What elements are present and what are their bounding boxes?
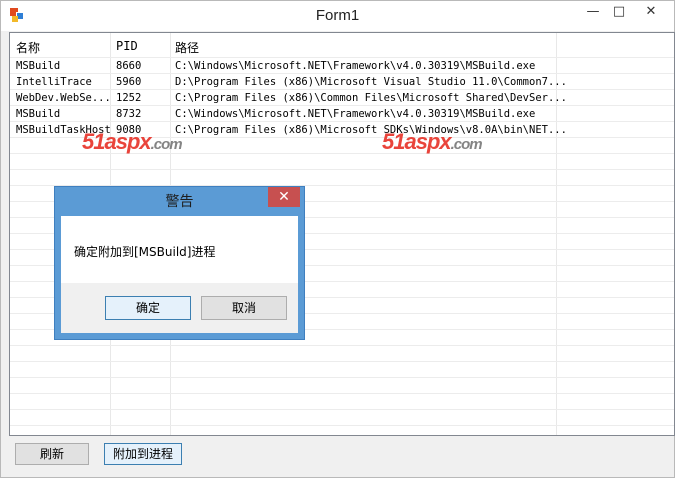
row-divider bbox=[10, 361, 674, 362]
resize-grip-icon[interactable] bbox=[661, 464, 671, 474]
header-divider bbox=[10, 57, 674, 58]
cell-pid: 8660 bbox=[116, 60, 142, 72]
watermark-brand: 51aspx bbox=[82, 129, 152, 154]
attach-process-button[interactable]: 附加到进程 bbox=[104, 443, 182, 465]
cell-path: C:\Program Files (x86)\Microsoft SDKs\Wi… bbox=[175, 124, 567, 136]
cell-pid: 8732 bbox=[116, 108, 142, 120]
maximize-button[interactable]: □ bbox=[605, 1, 633, 23]
refresh-button[interactable]: 刷新 bbox=[15, 443, 89, 465]
row-divider bbox=[10, 409, 674, 410]
cell-name: MSBuild bbox=[16, 60, 61, 72]
cell-name: MSBuild bbox=[16, 108, 61, 120]
row-divider bbox=[10, 105, 674, 106]
row-divider bbox=[10, 377, 674, 378]
row-divider bbox=[10, 169, 674, 170]
title-bar[interactable]: Form1 — □ ✕ bbox=[1, 1, 674, 31]
cell-pid: 5960 bbox=[116, 76, 142, 88]
dialog-footer: 确定 取消 bbox=[61, 283, 298, 333]
cell-name: WebDev.WebSe... bbox=[16, 92, 111, 104]
cancel-button[interactable]: 取消 bbox=[201, 296, 287, 320]
main-window: Form1 — □ ✕ 名称 PID 路径 MSBuild 8660 C:\Wi… bbox=[0, 0, 675, 478]
cell-path: C:\Windows\Microsoft.NET\Framework\v4.0.… bbox=[175, 60, 536, 72]
row-divider bbox=[10, 425, 674, 426]
cell-name: IntelliTrace bbox=[16, 76, 92, 88]
watermark-brand: 51aspx bbox=[382, 129, 452, 154]
cell-path: C:\Program Files (x86)\Common Files\Micr… bbox=[175, 92, 567, 104]
column-header-pid[interactable]: PID bbox=[116, 39, 138, 53]
ok-button[interactable]: 确定 bbox=[105, 296, 191, 320]
watermark-domain: .com bbox=[450, 136, 483, 153]
dialog-body: 确定附加到[MSBuild]进程 bbox=[61, 216, 298, 283]
row-divider bbox=[10, 89, 674, 90]
cell-pid: 1252 bbox=[116, 92, 142, 104]
row-divider bbox=[10, 393, 674, 394]
row-divider bbox=[10, 73, 674, 74]
watermark-logo: 51aspx.com bbox=[382, 129, 483, 155]
cell-path: C:\Windows\Microsoft.NET\Framework\v4.0.… bbox=[175, 108, 536, 120]
warning-dialog: 警告 ✕ 确定附加到[MSBuild]进程 确定 取消 bbox=[54, 186, 305, 340]
cell-path: D:\Program Files (x86)\Microsoft Visual … bbox=[175, 76, 567, 88]
column-header-path[interactable]: 路径 bbox=[175, 39, 199, 56]
window-title: Form1 bbox=[315, 7, 360, 24]
watermark-logo: 51aspx.com bbox=[82, 129, 183, 155]
dialog-close-button[interactable]: ✕ bbox=[268, 187, 300, 207]
row-divider bbox=[10, 121, 674, 122]
row-divider bbox=[10, 345, 674, 346]
watermark-domain: .com bbox=[150, 136, 183, 153]
dialog-message: 确定附加到[MSBuild]进程 bbox=[74, 245, 216, 259]
dialog-title: 警告 bbox=[165, 194, 194, 210]
minimize-button[interactable]: — bbox=[579, 1, 607, 23]
close-button[interactable]: ✕ bbox=[637, 1, 665, 23]
column-header-name[interactable]: 名称 bbox=[16, 39, 40, 56]
